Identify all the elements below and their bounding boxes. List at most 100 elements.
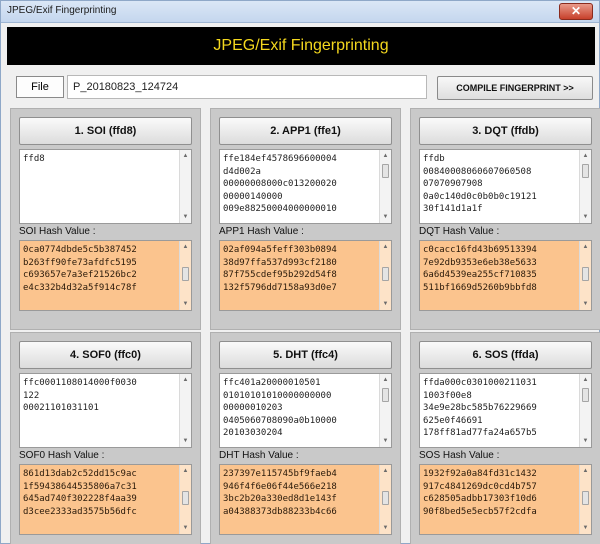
scrollbar-thumb[interactable] [582,388,589,402]
dht-segment-scrollbar[interactable]: ▲ ▼ [379,374,391,447]
sof0-hash-text: 861d13dab2c52dd15c9ac 1f59438644535806a7c… [23,468,175,518]
scroll-down-icon[interactable]: ▼ [380,212,391,222]
scrollbar-thumb[interactable] [382,491,389,505]
hash-line: c0cacc16fd43b69513394 [423,245,537,255]
soi-segment-button[interactable]: 1. SOI (ffd8) [19,117,192,145]
app1-segment-button[interactable]: 2. APP1 (ffe1) [219,117,392,145]
scroll-down-icon[interactable]: ▼ [580,523,591,533]
sof0-segment-scrollbar[interactable]: ▲ ▼ [179,374,191,447]
dht-segment-button[interactable]: 5. DHT (ffc4) [219,341,392,369]
hash-line: e4c332b4d32a5f914c78f [23,282,137,293]
hash-line: 0ca0774dbde5c5b387452 [23,245,137,255]
scroll-up-icon[interactable]: ▲ [180,375,191,385]
sos-hash-label: SOS Hash Value : [419,450,500,461]
dqt-segment-button[interactable]: 3. DQT (ffdb) [419,117,592,145]
dht-hash-scrollbar[interactable]: ▲ ▼ [379,465,391,534]
scrollbar-thumb[interactable] [382,267,389,281]
scroll-down-icon[interactable]: ▼ [180,436,191,446]
sos-segment-button[interactable]: 6. SOS (ffda) [419,341,592,369]
scrollbar-thumb[interactable] [582,267,589,281]
soi-hash-label: SOI Hash Value : [19,226,96,237]
dht-hash-label: DHT Hash Value : [219,450,299,461]
panel-sos: 6. SOS (ffda) ffda000c0301000211031 1003f0… [410,332,600,544]
scroll-down-icon[interactable]: ▼ [380,436,391,446]
sof0-segment-button[interactable]: 4. SOF0 (ffc0) [19,341,192,369]
scroll-up-icon[interactable]: ▲ [180,466,191,476]
scroll-down-icon[interactable]: ▼ [380,523,391,533]
hash-line: d3cee2333ad3575b56dfc [23,506,137,517]
scrollbar-thumb[interactable] [582,491,589,505]
app1-segment-text: ffe184ef4578696600004 d4d002a 00000008000c… [223,153,375,216]
panel-app1: 2. APP1 (ffe1) ffe184ef4578696600004 d4d00… [210,108,401,330]
scroll-up-icon[interactable]: ▲ [380,151,391,161]
segment-line: ffdb [423,154,445,164]
sos-hash-scrollbar[interactable]: ▲ ▼ [579,465,591,534]
panel-soi: 1. SOI (ffd8) ffd8 ▲ ▼ SOI Hash Value :0ca07… [10,108,201,330]
hash-line: c628505adbb17303f10d6 [423,494,537,504]
sos-hash-textbox[interactable]: 1932f92a0a84fd31c1432 917c4841269dc0cd4b7… [419,464,592,535]
sos-segment-textbox[interactable]: ffda000c0301000211031 1003f00e8 34e9e28bc5… [419,373,592,448]
close-button[interactable]: ✕ [559,3,593,20]
sof0-hash-scrollbar[interactable]: ▲ ▼ [179,465,191,534]
file-path-field[interactable]: P_20180823_124724 [67,75,427,99]
dht-hash-text: 237397e115745bf9faeb4 946f4f6e06f44e566e2… [223,468,375,518]
soi-segment-textbox[interactable]: ffd8 ▲ ▼ [19,149,192,224]
app1-hash-textbox[interactable]: 02af094a5feff303b0894 38d97ffa537d993cf21… [219,240,392,311]
dqt-hash-text: c0cacc16fd43b69513394 7e92db9353e6eb38e56… [423,244,575,294]
dqt-segment-textbox[interactable]: ffdb 00840008060607060508 07070907908 0a0c1… [419,149,592,224]
soi-hash-scrollbar[interactable]: ▲ ▼ [179,241,191,310]
sos-segment-scrollbar[interactable]: ▲ ▼ [579,374,591,447]
sof0-segment-textbox[interactable]: ffc0001108014000f0030 122 00021101031101 ▲ ▼ [19,373,192,448]
scroll-down-icon[interactable]: ▼ [580,299,591,309]
segment-line: 00021101031101 [23,403,99,413]
scroll-up-icon[interactable]: ▲ [580,375,591,385]
soi-segment-text: ffd8 [23,153,175,166]
hash-line: c693657e7a3ef21526bc2 [23,270,137,280]
scroll-up-icon[interactable]: ▲ [380,466,391,476]
scroll-up-icon[interactable]: ▲ [180,151,191,161]
scroll-up-icon[interactable]: ▲ [380,242,391,252]
dqt-hash-scrollbar[interactable]: ▲ ▼ [579,241,591,310]
segment-line: 178ff81ad77fa24a657b5 [423,428,537,438]
compile-fingerprint-button[interactable]: COMPILE FINGERPRINT >> [437,76,593,100]
soi-hash-textbox[interactable]: 0ca0774dbde5c5b387452 b263ff90fe73afdfc51… [19,240,192,311]
scroll-down-icon[interactable]: ▼ [580,436,591,446]
scroll-up-icon[interactable]: ▲ [580,466,591,476]
dht-hash-textbox[interactable]: 237397e115745bf9faeb4 946f4f6e06f44e566e2… [219,464,392,535]
segment-line: 625e0f46691 [423,415,483,426]
dqt-hash-label: DQT Hash Value : [419,226,500,237]
segment-line: ffc0001108014000f0030 [23,378,137,388]
scroll-down-icon[interactable]: ▼ [180,212,191,222]
scroll-up-icon[interactable]: ▲ [580,242,591,252]
soi-segment-scrollbar[interactable]: ▲ ▼ [179,150,191,223]
scroll-down-icon[interactable]: ▼ [180,523,191,533]
banner-title: JPEG/Exif Fingerprinting [213,37,389,54]
app1-hash-scrollbar[interactable]: ▲ ▼ [379,241,391,310]
scroll-up-icon[interactable]: ▲ [580,151,591,161]
scroll-up-icon[interactable]: ▲ [380,375,391,385]
sof0-hash-textbox[interactable]: 861d13dab2c52dd15c9ac 1f59438644535806a7c… [19,464,192,535]
panel-dqt: 3. DQT (ffdb) ffdb 00840008060607060508 070… [410,108,600,330]
scrollbar-thumb[interactable] [182,267,189,281]
app1-segment-scrollbar[interactable]: ▲ ▼ [379,150,391,223]
hash-line: 237397e115745bf9faeb4 [223,469,337,479]
dqt-segment-scrollbar[interactable]: ▲ ▼ [579,150,591,223]
scroll-down-icon[interactable]: ▼ [380,299,391,309]
app1-hash-text: 02af094a5feff303b0894 38d97ffa537d993cf21… [223,244,375,294]
scroll-down-icon[interactable]: ▼ [580,212,591,222]
scrollbar-thumb[interactable] [382,164,389,178]
close-icon: ✕ [570,4,582,18]
scrollbar-thumb[interactable] [382,388,389,402]
scroll-down-icon[interactable]: ▼ [180,299,191,309]
dht-segment-textbox[interactable]: ffc401a20000010501 01010101010000000000 00… [219,373,392,448]
scroll-up-icon[interactable]: ▲ [180,242,191,252]
segment-line: ffe184ef4578696600004 [223,154,337,164]
app1-segment-textbox[interactable]: ffe184ef4578696600004 d4d002a 00000008000c… [219,149,392,224]
scrollbar-thumb[interactable] [182,491,189,505]
hash-line: 38d97ffa537d993cf2180 [223,257,337,268]
scrollbar-thumb[interactable] [582,164,589,178]
dqt-hash-textbox[interactable]: c0cacc16fd43b69513394 7e92db9353e6eb38e56… [419,240,592,311]
segment-line: 0405060708090a0b10000 [223,415,337,426]
app-window: JPEG/Exif Fingerprinting ✕ JPEG/Exif Fin… [0,0,600,544]
file-button[interactable]: File [16,76,64,98]
